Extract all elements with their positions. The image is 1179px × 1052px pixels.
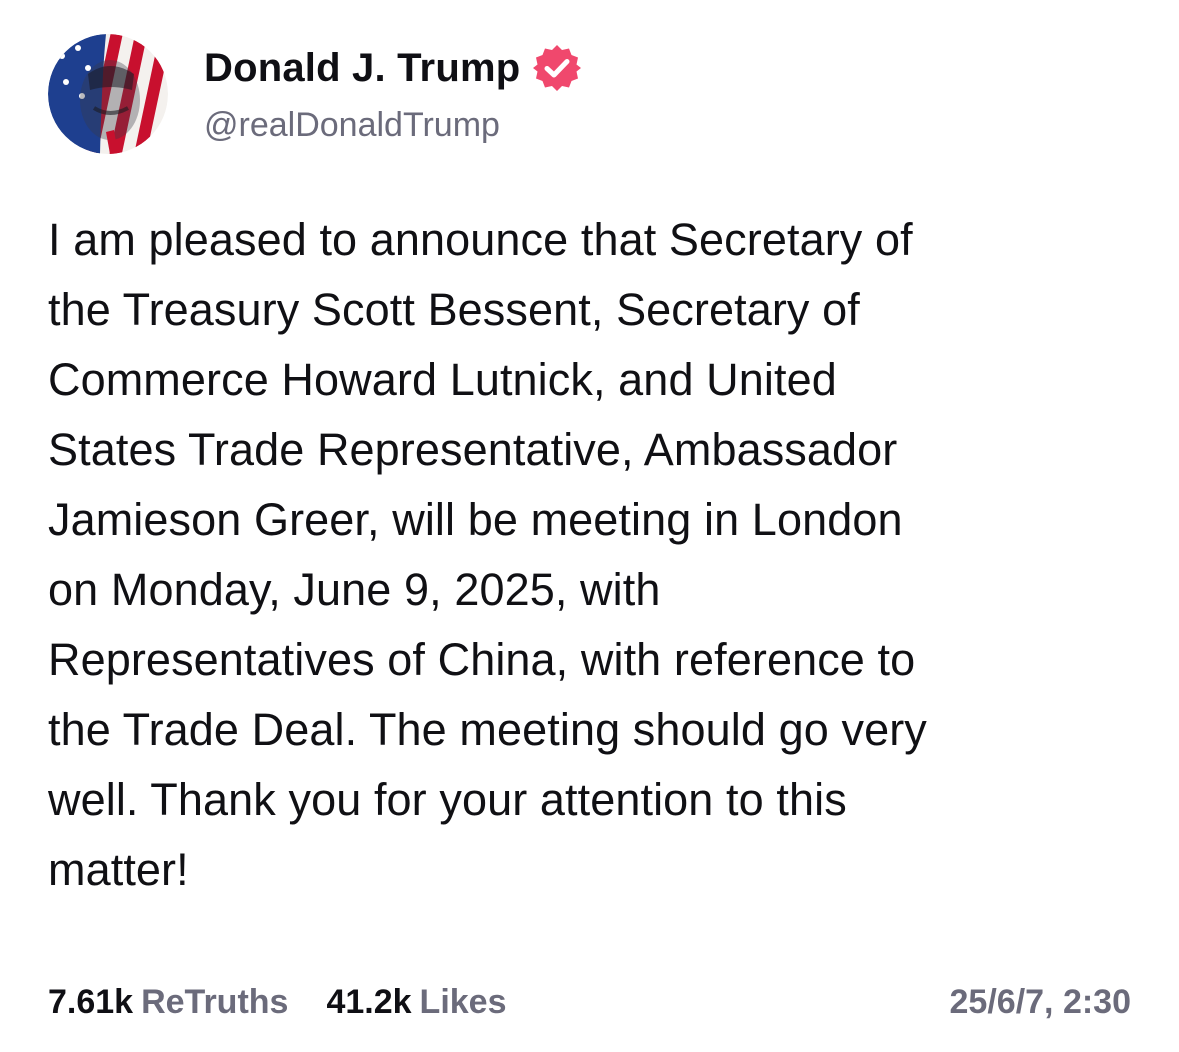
post-header: Donald J. Trump @realDonaldTrump bbox=[48, 34, 582, 154]
post-card: Donald J. Trump @realDonaldTrump I am pl… bbox=[0, 0, 1179, 1052]
post-timestamp[interactable]: 25/6/7, 2:30 bbox=[950, 978, 1131, 1026]
retruths-count: 7.61k bbox=[48, 983, 134, 1021]
author-display-name[interactable]: Donald J. Trump bbox=[204, 44, 520, 92]
retruths-label: ReTruths bbox=[141, 983, 289, 1021]
post-text: I am pleased to announce that Secretary … bbox=[48, 214, 927, 895]
verified-badge-icon bbox=[532, 43, 582, 93]
name-row: Donald J. Trump bbox=[204, 43, 582, 93]
likes-count: 41.2k bbox=[326, 983, 412, 1021]
author-handle[interactable]: @realDonaldTrump bbox=[204, 105, 582, 145]
likes-label: Likes bbox=[419, 983, 507, 1021]
avatar[interactable] bbox=[48, 34, 168, 154]
likes-stat[interactable]: 41.2k Likes bbox=[326, 978, 506, 1026]
author-identity: Donald J. Trump @realDonaldTrump bbox=[204, 43, 582, 145]
post-footer: 7.61k ReTruths 41.2k Likes 25/6/7, 2:30 bbox=[48, 978, 1131, 1026]
retruths-stat[interactable]: 7.61k ReTruths bbox=[48, 978, 288, 1026]
